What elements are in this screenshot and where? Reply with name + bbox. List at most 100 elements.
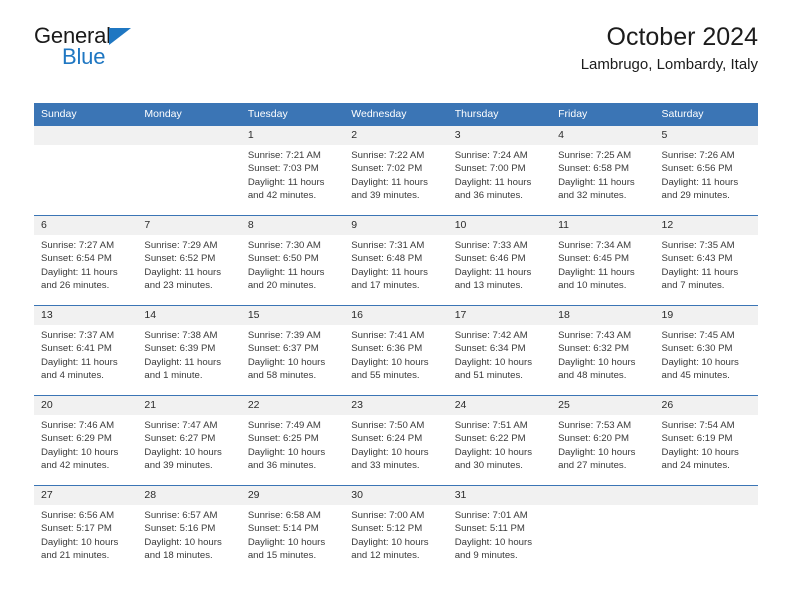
- sunset-text: Sunset: 6:22 PM: [454, 433, 526, 445]
- sunrise-text: Sunrise: 7:25 AM: [558, 150, 632, 161]
- calendar-day-cell[interactable]: 6 Sunrise: 7:27 AM Sunset: 6:54 PM Daylight…: [34, 215, 138, 306]
- calendar-day-cell[interactable]: 22 Sunrise: 7:49 AM Sunset: 6:25 PM Dayligh…: [240, 395, 345, 486]
- calendar-week-row: 20 Sunrise: 7:46 AM Sunset: 6:29 PM Dayligh…: [34, 395, 758, 486]
- daylight-text-line2: and 12 minutes.: [351, 550, 420, 562]
- day-number: 5: [654, 126, 758, 145]
- calendar-day-cell[interactable]: 30 Sunrise: 7:00 AM Sunset: 5:12 PM Dayligh…: [344, 485, 448, 576]
- calendar-day-cell[interactable]: 21 Sunrise: 7:47 AM Sunset: 6:27 PM Dayligh…: [137, 395, 241, 486]
- sunset-text: Sunset: 6:50 PM: [247, 253, 319, 265]
- sunrise-text: Sunrise: 7:45 AM: [661, 330, 735, 341]
- day-details: Sunrise: 7:25 AM Sunset: 6:58 PM Daylight:…: [551, 145, 654, 203]
- calendar-day-cell[interactable]: 17 Sunrise: 7:42 AM Sunset: 6:34 PM Dayligh…: [447, 305, 552, 396]
- sunrise-text: Sunrise: 7:31 AM: [351, 240, 425, 251]
- sunset-text: Sunset: 6:30 PM: [661, 343, 733, 355]
- day-number: 17: [447, 306, 552, 325]
- calendar-day-cell[interactable]: 27 Sunrise: 6:56 AM Sunset: 5:17 PM Dayligh…: [34, 485, 138, 576]
- sunrise-text: Sunrise: 7:54 AM: [661, 420, 735, 431]
- daylight-text-line2: and 13 minutes.: [454, 280, 523, 292]
- calendar-day-cell[interactable]: 1 Sunrise: 7:21 AM Sunset: 7:03 PM Daylight…: [240, 125, 345, 216]
- calendar-day-cell[interactable]: 18 Sunrise: 7:43 AM Sunset: 6:32 PM Dayligh…: [551, 305, 655, 396]
- sunrise-text: Sunrise: 6:57 AM: [144, 510, 218, 521]
- page-subtitle-location: Lambrugo, Lombardy, Italy: [580, 56, 758, 73]
- calendar-day-cell[interactable]: 29 Sunrise: 6:58 AM Sunset: 5:14 PM Dayligh…: [240, 485, 345, 576]
- day-details: Sunrise: 6:56 AM Sunset: 5:17 PM Daylight:…: [34, 505, 137, 563]
- sunset-text: Sunset: 6:48 PM: [351, 253, 423, 265]
- day-details: Sunrise: 7:54 AM Sunset: 6:19 PM Daylight:…: [655, 415, 758, 473]
- calendar-day-cell[interactable]: 26 Sunrise: 7:54 AM Sunset: 6:19 PM Dayligh…: [654, 395, 758, 486]
- daylight-text-line2: and 7 minutes.: [661, 280, 725, 292]
- sunset-text: Sunset: 6:56 PM: [661, 163, 733, 175]
- sunset-text: Sunset: 7:02 PM: [351, 163, 423, 175]
- daylight-text-line2: and 17 minutes.: [351, 280, 420, 292]
- calendar-day-cell[interactable]: 15 Sunrise: 7:39 AM Sunset: 6:37 PM Dayligh…: [240, 305, 345, 396]
- day-details: Sunrise: 6:57 AM Sunset: 5:16 PM Daylight:…: [137, 505, 240, 563]
- calendar-day-cell[interactable]: 8 Sunrise: 7:30 AM Sunset: 6:50 PM Daylight…: [240, 215, 345, 306]
- sunrise-text: Sunrise: 7:37 AM: [41, 330, 115, 341]
- calendar-day-cell[interactable]: 13 Sunrise: 7:37 AM Sunset: 6:41 PM Dayligh…: [34, 305, 138, 396]
- calendar-day-cell-empty: [34, 125, 138, 216]
- daylight-text-line2: and 42 minutes.: [41, 460, 110, 472]
- calendar-day-cell[interactable]: 23 Sunrise: 7:50 AM Sunset: 6:24 PM Dayligh…: [344, 395, 448, 486]
- calendar-day-cell[interactable]: 24 Sunrise: 7:51 AM Sunset: 6:22 PM Dayligh…: [447, 395, 552, 486]
- calendar-day-cell[interactable]: 20 Sunrise: 7:46 AM Sunset: 6:29 PM Dayligh…: [34, 395, 138, 486]
- sunset-text: Sunset: 6:46 PM: [454, 253, 526, 265]
- title-block: October 2024 Lambrugo, Lombardy, Italy: [581, 22, 758, 76]
- day-number: 21: [137, 396, 241, 415]
- daylight-text-line1: Daylight: 10 hours: [247, 356, 326, 368]
- day-number: 28: [137, 486, 241, 505]
- daylight-text-line2: and 9 minutes.: [454, 550, 518, 562]
- daylight-text-line2: and 1 minute.: [144, 370, 203, 382]
- sunset-text: Sunset: 6:39 PM: [144, 343, 216, 355]
- calendar-week-row: 13 Sunrise: 7:37 AM Sunset: 6:41 PM Dayligh…: [34, 305, 758, 396]
- sunrise-text: Sunrise: 7:26 AM: [661, 150, 735, 161]
- sunrise-text: Sunrise: 7:49 AM: [247, 420, 321, 431]
- sunrise-text: Sunrise: 7:43 AM: [558, 330, 632, 341]
- sunset-text: Sunset: 6:45 PM: [558, 253, 630, 265]
- day-number: 4: [551, 126, 655, 145]
- daylight-text-line1: Daylight: 10 hours: [144, 446, 222, 458]
- weekday-header-sunday: Sunday: [34, 103, 138, 126]
- sunrise-text: Sunrise: 7:42 AM: [454, 330, 528, 341]
- calendar-day-cell[interactable]: 2 Sunrise: 7:22 AM Sunset: 7:02 PM Daylight…: [344, 125, 448, 216]
- calendar-day-cell[interactable]: 16 Sunrise: 7:41 AM Sunset: 6:36 PM Dayligh…: [344, 305, 448, 396]
- daylight-text-line2: and 48 minutes.: [558, 370, 627, 382]
- sunrise-text: Sunrise: 7:01 AM: [454, 510, 528, 521]
- day-number: 7: [137, 216, 241, 235]
- calendar-day-cell[interactable]: 12 Sunrise: 7:35 AM Sunset: 6:43 PM Dayligh…: [654, 215, 758, 306]
- day-number: 12: [654, 216, 758, 235]
- sunset-text: Sunset: 6:58 PM: [558, 163, 630, 175]
- day-number: 13: [34, 306, 138, 325]
- daylight-text-line2: and 23 minutes.: [144, 280, 213, 292]
- calendar-day-cell[interactable]: 4 Sunrise: 7:25 AM Sunset: 6:58 PM Daylight…: [551, 125, 655, 216]
- logo-text-blue: Blue: [62, 44, 106, 69]
- daylight-text-line2: and 39 minutes.: [351, 190, 420, 202]
- calendar-day-cell[interactable]: 10 Sunrise: 7:33 AM Sunset: 6:46 PM Dayligh…: [447, 215, 552, 306]
- day-number: 2: [344, 126, 448, 145]
- daylight-text-line2: and 55 minutes.: [351, 370, 420, 382]
- calendar-week-row: 1 Sunrise: 7:21 AM Sunset: 7:03 PM Daylight…: [34, 125, 758, 216]
- daylight-text-line2: and 18 minutes.: [144, 550, 213, 562]
- day-details: Sunrise: 7:42 AM Sunset: 6:34 PM Daylight:…: [448, 325, 551, 383]
- calendar-day-cell[interactable]: 19 Sunrise: 7:45 AM Sunset: 6:30 PM Dayligh…: [654, 305, 758, 396]
- calendar-day-cell[interactable]: 3 Sunrise: 7:24 AM Sunset: 7:00 PM Daylight…: [447, 125, 552, 216]
- calendar-day-cell[interactable]: 11 Sunrise: 7:34 AM Sunset: 6:45 PM Dayligh…: [551, 215, 655, 306]
- day-number: 16: [344, 306, 448, 325]
- sunset-text: Sunset: 6:37 PM: [247, 343, 319, 355]
- sunset-text: Sunset: 5:11 PM: [454, 523, 525, 535]
- day-details: Sunrise: 7:38 AM Sunset: 6:39 PM Daylight:…: [137, 325, 240, 383]
- day-details: Sunrise: 7:50 AM Sunset: 6:24 PM Daylight:…: [344, 415, 447, 473]
- calendar-day-cell[interactable]: 28 Sunrise: 6:57 AM Sunset: 5:16 PM Dayligh…: [137, 485, 241, 576]
- sunrise-text: Sunrise: 7:29 AM: [144, 240, 218, 251]
- sunset-text: Sunset: 6:24 PM: [351, 433, 423, 445]
- calendar-day-cell[interactable]: 14 Sunrise: 7:38 AM Sunset: 6:39 PM Dayligh…: [137, 305, 241, 396]
- calendar-day-cell[interactable]: 9 Sunrise: 7:31 AM Sunset: 6:48 PM Daylight…: [344, 215, 448, 306]
- daylight-text-line1: Daylight: 10 hours: [247, 536, 326, 548]
- daylight-text-line1: Daylight: 11 hours: [247, 266, 325, 278]
- calendar-day-cell[interactable]: 25 Sunrise: 7:53 AM Sunset: 6:20 PM Dayligh…: [551, 395, 655, 486]
- calendar-day-cell[interactable]: 7 Sunrise: 7:29 AM Sunset: 6:52 PM Daylight…: [137, 215, 241, 306]
- calendar-day-cell[interactable]: 31 Sunrise: 7:01 AM Sunset: 5:11 PM Dayligh…: [447, 485, 552, 576]
- daylight-text-line2: and 29 minutes.: [661, 190, 730, 202]
- calendar-day-cell[interactable]: 5 Sunrise: 7:26 AM Sunset: 6:56 PM Daylight…: [654, 125, 758, 216]
- day-details: Sunrise: 7:49 AM Sunset: 6:25 PM Daylight:…: [241, 415, 344, 473]
- day-details: Sunrise: 7:00 AM Sunset: 5:12 PM Daylight:…: [344, 505, 447, 563]
